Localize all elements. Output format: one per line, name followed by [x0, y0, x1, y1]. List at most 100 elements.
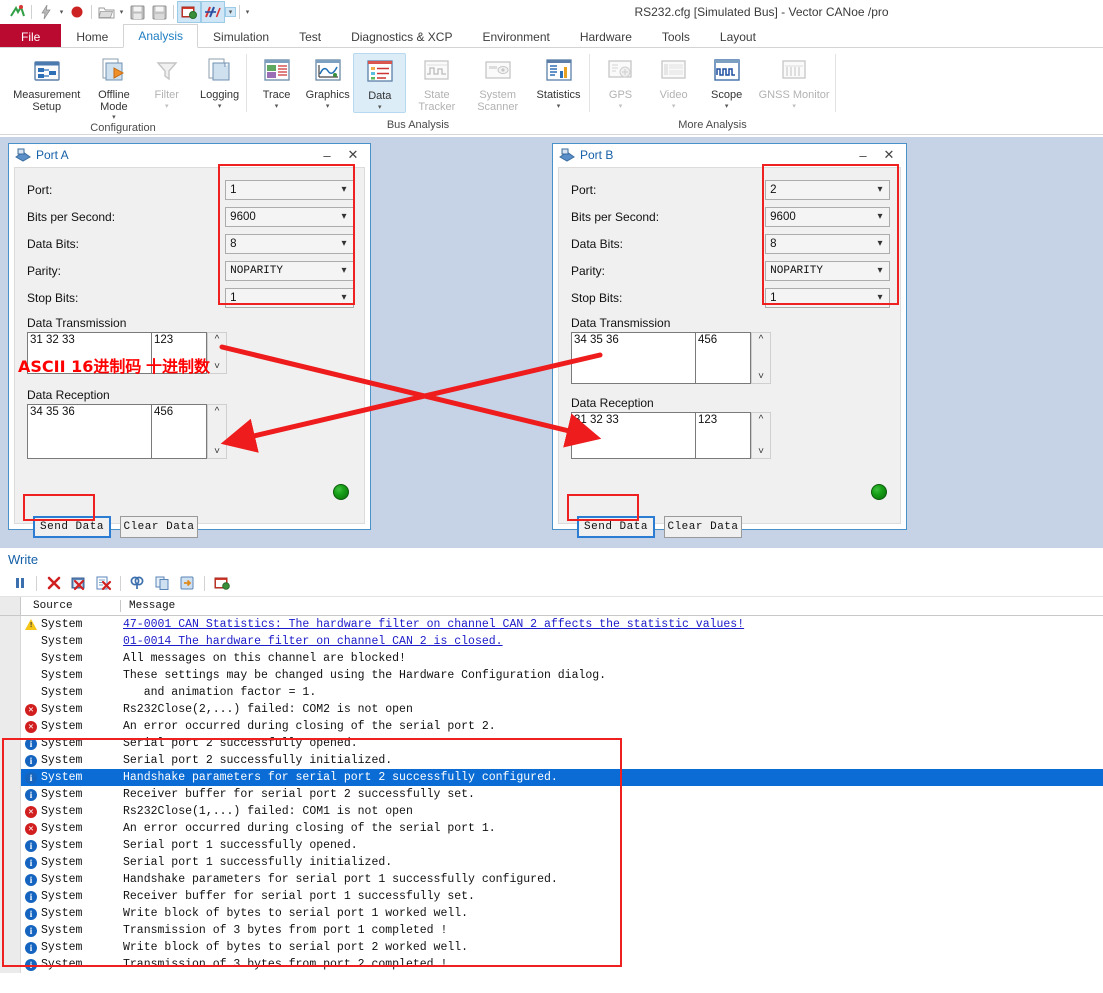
ribbon-button-offline-mode[interactable]: Offline Mode ▾ [87, 53, 140, 122]
chevron-down-icon[interactable]: ▾ [335, 292, 353, 303]
chevron-down-icon[interactable]: ▾ [225, 7, 236, 17]
chevron-down-icon[interactable]: ▾ [335, 184, 353, 195]
port-b-baud-select[interactable]: 9600 ▾ [765, 206, 890, 227]
port-b-databits-select[interactable]: 8 ▾ [765, 233, 890, 254]
ribbon-button-state-tracker[interactable]: State Tracker [406, 53, 467, 113]
config-icon[interactable] [177, 1, 201, 23]
ribbon-tab-home[interactable]: Home [61, 24, 123, 48]
ribbon-button-scope[interactable]: Scope ▾ [700, 53, 753, 111]
ribbon-tab-diagnostics-xcp[interactable]: Diagnostics & XCP [336, 24, 467, 48]
port-b-port-select[interactable]: 2 ▾ [765, 179, 890, 200]
chevron-down-icon[interactable]: ▾ [326, 103, 330, 111]
save-icon[interactable] [126, 2, 148, 22]
minimize-button[interactable]: – [314, 145, 340, 165]
log-row[interactable]: i System Handshake parameters for serial p… [0, 871, 1103, 888]
ribbon-button-trace[interactable]: Trace ▾ [251, 53, 302, 111]
minimize-button[interactable]: – [850, 145, 876, 165]
ribbon-tab-simulation[interactable]: Simulation [198, 24, 284, 48]
log-row[interactable]: ✕ System An error occurred during closing … [0, 820, 1103, 837]
log-row[interactable]: System All messages on this channel are b… [0, 650, 1103, 667]
chevron-down-icon[interactable]: ▾ [275, 103, 279, 111]
chevron-down-icon[interactable]: ▾ [218, 103, 222, 111]
log-row[interactable]: i System Serial port 2 successfully initia… [0, 752, 1103, 769]
log-row[interactable]: ✕ System Rs232Close(1,...) failed: COM1 is… [0, 803, 1103, 820]
ribbon-tab-tools[interactable]: Tools [647, 24, 705, 48]
port-a-baud-select[interactable]: 9600 ▾ [225, 206, 354, 227]
lightning-icon[interactable] [35, 2, 57, 22]
log-list[interactable]: System 47-0001 CAN Statistics: The hardwa… [0, 616, 1103, 973]
write-toolbar[interactable] [0, 570, 1103, 597]
log-row[interactable]: i System Serial port 1 successfully opened… [0, 837, 1103, 854]
ribbon-button-statistics[interactable]: Statistics ▾ [528, 53, 589, 111]
chevron-up-icon[interactable]: ^ [215, 406, 220, 417]
ribbon-tab-analysis[interactable]: Analysis [123, 24, 199, 48]
ribbon-tab-bar[interactable]: File Home Analysis Simulation Test Diagnostic… [0, 24, 1103, 48]
chevron-down-icon[interactable]: ▾ [335, 211, 353, 222]
chevron-up-icon[interactable]: ^ [759, 334, 764, 345]
log-row[interactable]: System 01-0014 The hardware filter on cha… [0, 633, 1103, 650]
save-as-icon[interactable] [148, 2, 170, 22]
canoe-logo-icon[interactable] [6, 2, 28, 22]
chevron-down-icon[interactable]: ▾ [871, 265, 889, 276]
port-a-title-bar[interactable]: Port A – ✕ [9, 144, 370, 166]
log-row[interactable]: i System Write block of bytes to serial po… [0, 905, 1103, 922]
port-b-parity-select[interactable]: NOPARITY ▾ [765, 260, 890, 281]
port-b-transmission-dec-input[interactable]: 456 [695, 332, 751, 384]
ribbon-button-logging[interactable]: Logging ▾ [193, 53, 246, 111]
port-a-window[interactable]: Port A – ✕ Port: 1 ▾ Bits per Second: 96… [8, 143, 371, 538]
log-row[interactable]: System and animation factor = 1. [0, 684, 1103, 701]
port-a-send-data-button[interactable]: Send Data [33, 516, 111, 538]
ribbon-button-graphics[interactable]: Graphics ▾ [302, 53, 353, 111]
port-b-reception-hex-input[interactable]: 31 32 33 [571, 412, 696, 459]
port-b-stopbits-select[interactable]: 1 ▾ [765, 287, 890, 308]
chevron-down-icon[interactable]: ▾ [117, 8, 126, 16]
log-row[interactable]: i System Write block of bytes to serial po… [0, 939, 1103, 956]
customize-toolbar-icon[interactable]: ▾ [243, 8, 252, 16]
ribbon-tab-file[interactable]: File [0, 24, 62, 48]
chevron-down-icon[interactable]: ▾ [378, 104, 382, 112]
chevron-down-icon[interactable]: ▾ [725, 103, 729, 111]
log-row[interactable]: ✕ System An error occurred during closing … [0, 718, 1103, 735]
chevron-down-icon[interactable]: ˅ [758, 371, 764, 382]
record-icon[interactable] [66, 2, 88, 22]
ribbon-tab-hardware[interactable]: Hardware [565, 24, 647, 48]
clear-all-icon[interactable] [66, 572, 91, 594]
port-a-reception-scrollbar[interactable]: ^ ˅ [207, 404, 227, 459]
port-a-clear-data-button[interactable]: Clear Data [120, 516, 198, 538]
chevron-down-icon[interactable]: ▾ [619, 103, 623, 111]
port-b-transmission-hex-input[interactable]: 34 35 36 [571, 332, 696, 384]
log-row[interactable]: ✕ System Rs232Close(2,...) failed: COM2 is… [0, 701, 1103, 718]
log-row[interactable]: System 47-0001 CAN Statistics: The hardwa… [0, 616, 1103, 633]
log-row[interactable]: i System Transmission of 3 bytes from port… [0, 922, 1103, 939]
chevron-down-icon[interactable]: ▾ [871, 238, 889, 249]
ribbon-button-filter[interactable]: Filter ▾ [140, 53, 193, 111]
chevron-down-icon[interactable]: ˅ [214, 361, 220, 372]
log-row[interactable]: i System Handshake parameters for serial p… [0, 769, 1103, 786]
copy-icon[interactable] [150, 572, 175, 594]
port-a-databits-select[interactable]: 8 ▾ [225, 233, 354, 254]
port-b-reception-scrollbar[interactable]: ^ ˅ [751, 412, 771, 459]
chevron-down-icon[interactable]: ▾ [335, 265, 353, 276]
chevron-down-icon[interactable]: ▾ [871, 184, 889, 195]
port-a-port-select[interactable]: 1 ▾ [225, 179, 354, 200]
port-b-transmission-scrollbar[interactable]: ^ ˅ [751, 332, 771, 384]
port-a-reception-hex-input[interactable]: 34 35 36 [27, 404, 152, 459]
port-b-send-data-button[interactable]: Send Data [577, 516, 655, 538]
export-icon[interactable] [175, 572, 200, 594]
log-row[interactable]: i System Receiver buffer for serial port 1… [0, 888, 1103, 905]
ribbon-tab-layout[interactable]: Layout [705, 24, 771, 48]
chevron-down-icon[interactable]: ▾ [672, 103, 676, 111]
clear-page-icon[interactable] [91, 572, 116, 594]
chevron-down-icon[interactable]: ▾ [335, 238, 353, 249]
chevron-down-icon[interactable]: ▾ [112, 114, 116, 122]
find-icon[interactable] [125, 572, 150, 594]
ribbon-button-system-scanner[interactable]: System Scanner [467, 53, 528, 113]
chevron-down-icon[interactable]: ▾ [792, 103, 796, 111]
log-row[interactable]: i System Receiver buffer for serial port 2… [0, 786, 1103, 803]
chevron-down-icon[interactable]: ˅ [214, 446, 220, 457]
chevron-down-icon[interactable]: ▾ [557, 103, 561, 111]
port-b-window[interactable]: Port B – ✕ Port: 2 ▾ Bits per Second: 96… [552, 143, 907, 538]
ribbon-tab-test[interactable]: Test [284, 24, 336, 48]
port-a-stopbits-select[interactable]: 1 ▾ [225, 287, 354, 308]
chevron-down-icon[interactable]: ▾ [165, 103, 169, 111]
